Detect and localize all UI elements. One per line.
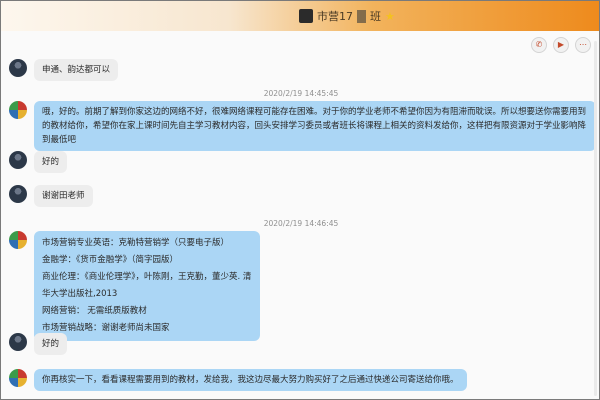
phone-icon[interactable]: ✆: [531, 37, 547, 53]
chat-title-text: 市营17: [317, 10, 353, 23]
chat-title-suffix: 班: [370, 10, 381, 23]
avatar[interactable]: [9, 101, 27, 119]
avatar[interactable]: [9, 151, 27, 169]
message-row: 市场营销专业英语：克勒特营销学（只要电子版） 金融学：《货币金融学》（简字园版）…: [9, 231, 260, 341]
message-row: 申通、韵达都可以: [9, 59, 119, 81]
book-line: 金融学：《货币金融学》（简字园版）: [42, 255, 179, 265]
message-bubble[interactable]: 你再核实一下，看看课程需要用到的教材，发给我，我这边尽最大努力购买好了之后通过快…: [34, 369, 467, 391]
message-row: 谢谢田老师: [9, 185, 93, 207]
chat-title: 市营17 班 ★: [299, 7, 395, 25]
avatar[interactable]: [9, 185, 27, 203]
avatar[interactable]: [9, 333, 27, 351]
avatar[interactable]: [9, 231, 27, 249]
scrollbar[interactable]: [594, 41, 597, 396]
message-bubble[interactable]: 谢谢田老师: [34, 185, 93, 207]
book-line: 商业伦理：《商业伦理学》，叶陈刚，王克勤，董少英. 清华大学出版社,2013: [42, 272, 252, 299]
message-row: 哦，好的。前期了解到你家这边的网络不好，很难网络课程可能存在困难。对于你的学业老…: [9, 101, 596, 151]
book-line: 市场营销战略：谢谢老师尚未国家: [42, 323, 170, 333]
message-row: 好的: [9, 333, 68, 355]
book-line: 网络营销： 无需纸质版教材: [42, 306, 147, 316]
title-bar: 市营17 班 ★: [1, 1, 599, 31]
message-row: 好的: [9, 151, 68, 173]
avatar[interactable]: [9, 59, 27, 77]
redacted-text: [357, 9, 366, 23]
message-bubble[interactable]: 哦，好的。前期了解到你家这边的网络不好，很难网络课程可能存在困难。对于你的学业老…: [34, 101, 596, 151]
avatar[interactable]: [9, 369, 27, 387]
chat-tools: ✆ ▶ ⋯: [531, 37, 591, 53]
message-bubble[interactable]: 市场营销专业英语：克勒特营销学（只要电子版） 金融学：《货币金融学》（简字园版）…: [34, 231, 260, 341]
timestamp: 2020/2/19 14:46:45: [263, 219, 339, 228]
more-icon[interactable]: ⋯: [575, 37, 591, 53]
message-bubble[interactable]: 好的: [34, 151, 68, 173]
video-camera-icon[interactable]: ▶: [553, 37, 569, 53]
book-line: 市场营销专业英语：克勒特营销学（只要电子版）: [42, 238, 230, 248]
message-bubble[interactable]: 申通、韵达都可以: [34, 59, 119, 81]
star-icon: ★: [385, 9, 395, 23]
timestamp: 2020/2/19 14:45:45: [263, 89, 339, 98]
redacted-avatar: [299, 9, 313, 23]
chat-window: 市营17 班 ★ ✆ ▶ ⋯ 申通、韵达都可以 2020/2/19 14:45:…: [0, 0, 600, 400]
message-bubble[interactable]: 好的: [34, 333, 68, 355]
message-row: 你再核实一下，看看课程需要用到的教材，发给我，我这边尽最大努力购买好了之后通过快…: [9, 369, 467, 391]
